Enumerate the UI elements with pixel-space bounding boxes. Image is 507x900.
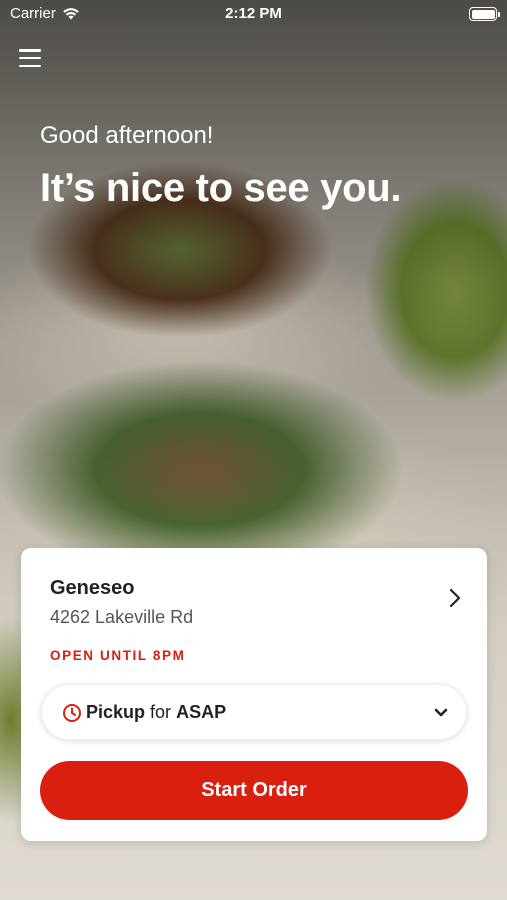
welcome-headline: It’s nice to see you. bbox=[40, 166, 402, 210]
clock-icon bbox=[63, 704, 81, 722]
chevron-right-icon bbox=[449, 588, 461, 608]
location-address: 4262 Lakeville Rd bbox=[50, 607, 194, 627]
clock-time: 2:12 PM bbox=[225, 5, 282, 22]
open-hours-status: OPEN UNTIL 8PM bbox=[50, 648, 186, 663]
order-time-value: ASAP bbox=[176, 702, 227, 722]
greeting-text: Good afternoon! bbox=[40, 122, 214, 149]
location-selector[interactable]: Geneseo 4262 Lakeville Rd bbox=[21, 548, 487, 643]
status-bar: Carrier 2:12 PM bbox=[0, 0, 507, 30]
order-mode-value: Pickup bbox=[86, 702, 146, 722]
chevron-down-icon bbox=[434, 708, 448, 717]
location-card: Geneseo 4262 Lakeville Rd OPEN UNTIL 8PM… bbox=[21, 548, 487, 841]
battery-icon bbox=[469, 7, 500, 21]
start-order-button[interactable]: Start Order bbox=[40, 761, 468, 820]
order-mode-label: Pickup for ASAP bbox=[86, 702, 226, 723]
order-mode-for: for bbox=[150, 702, 172, 722]
menu-icon[interactable] bbox=[19, 48, 41, 68]
order-mode-dropdown[interactable]: Pickup for ASAP bbox=[41, 684, 467, 740]
location-name: Geneseo bbox=[50, 577, 135, 599]
